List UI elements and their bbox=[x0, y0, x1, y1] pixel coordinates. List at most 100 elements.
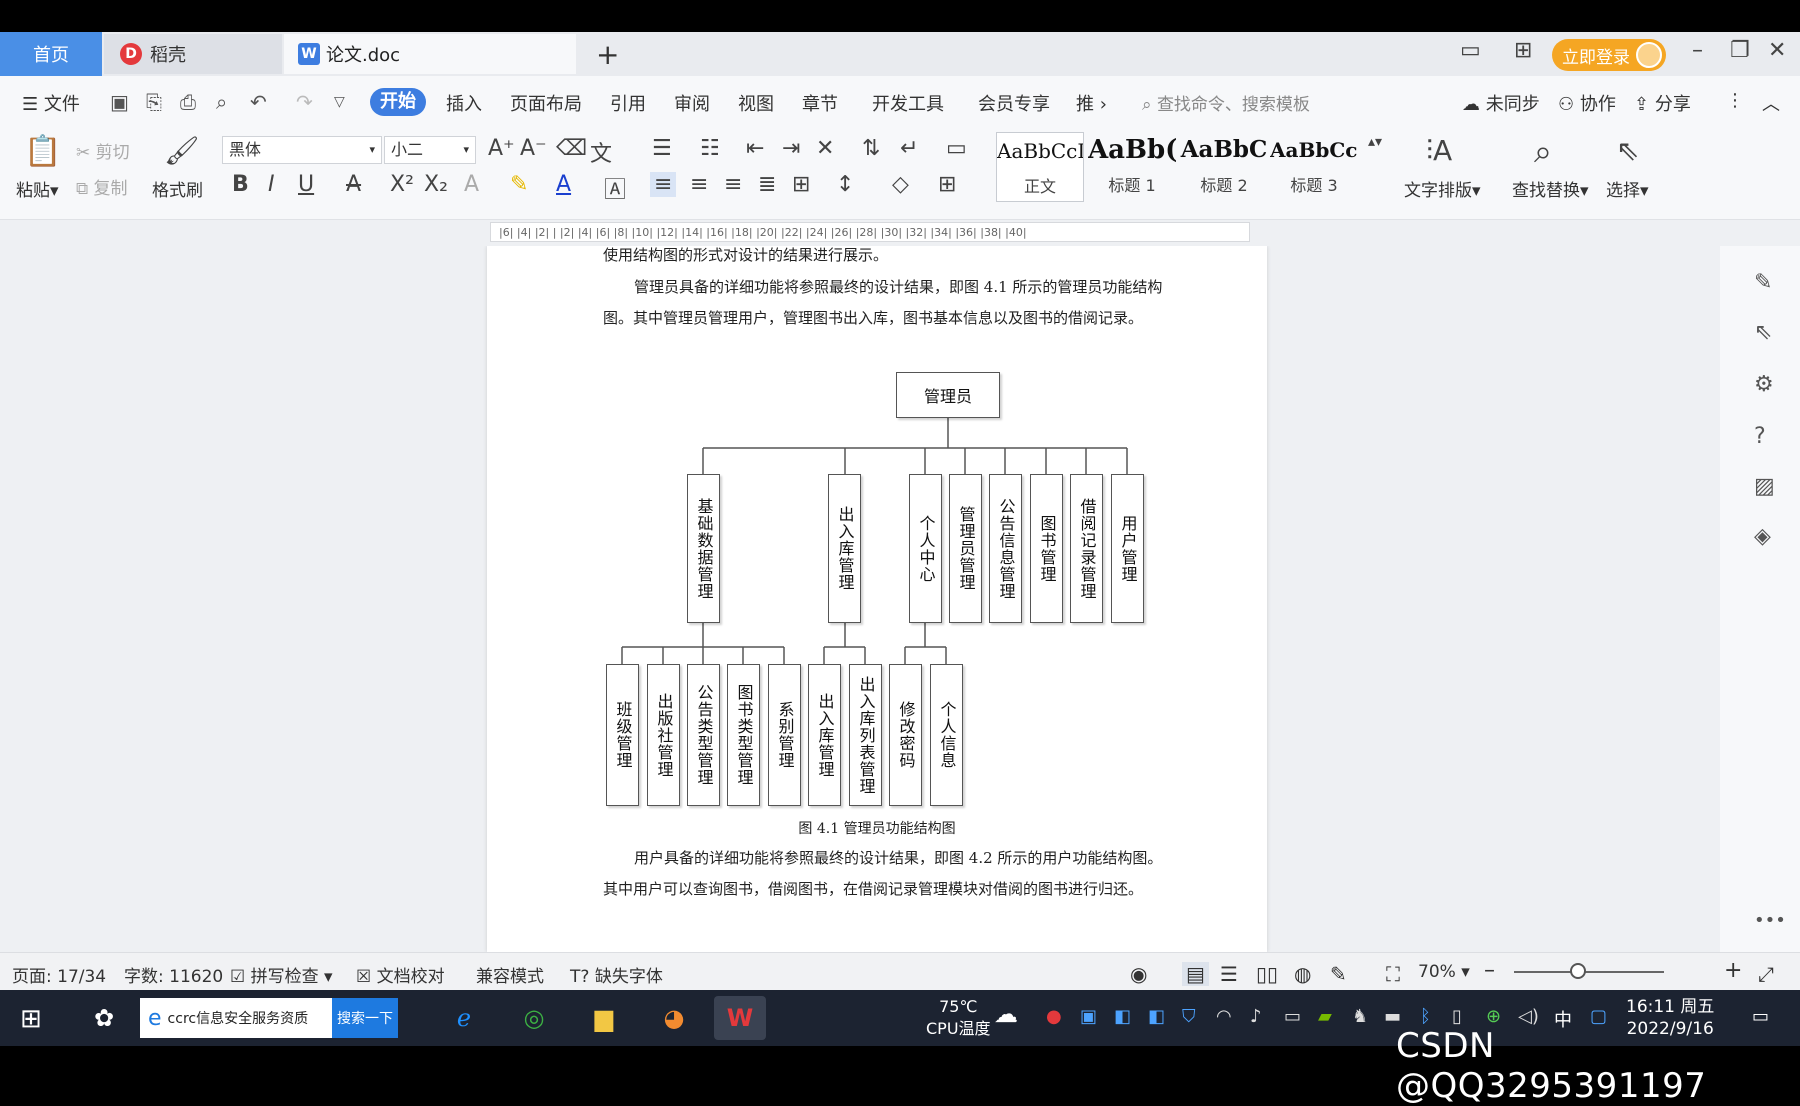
char-border-icon[interactable]: 🄰 bbox=[604, 172, 626, 204]
find-replace-button[interactable]: 查找替换▾ bbox=[1512, 176, 1589, 201]
close-icon[interactable]: ✕ bbox=[1768, 38, 1786, 63]
tray-q-icon[interactable]: ▢ bbox=[1590, 1006, 1607, 1027]
qq-icon[interactable]: ♞ bbox=[1352, 1006, 1368, 1027]
tray-monitor-icon[interactable]: ▭ bbox=[1284, 1006, 1301, 1027]
notification-bell-icon[interactable]: ♪ bbox=[1250, 1006, 1262, 1027]
customize-icon[interactable]: ▽ bbox=[334, 94, 345, 110]
paste-icon[interactable]: 📋 bbox=[24, 134, 61, 169]
copy-button[interactable]: ⧉ 复制 bbox=[76, 174, 128, 199]
tab-member[interactable]: 会员专享 bbox=[978, 90, 1050, 116]
more-dots-icon[interactable]: ••• bbox=[1754, 910, 1786, 931]
taskbar-search[interactable]: e ccrc信息安全服务资质 搜索一下 bbox=[140, 998, 398, 1038]
shading-icon[interactable]: ◇ bbox=[892, 172, 909, 197]
font-size-select[interactable]: 小二 ▾ bbox=[384, 136, 476, 164]
align-left-icon[interactable]: ≡ bbox=[650, 172, 677, 197]
share-button[interactable]: ⇪ 分享 bbox=[1634, 90, 1691, 116]
zoom-level[interactable]: 70% ▾ bbox=[1418, 962, 1470, 982]
subscript-icon[interactable]: X₂ bbox=[424, 172, 448, 197]
fit-page-icon[interactable]: ⛶ bbox=[1386, 962, 1400, 986]
text-layout-button[interactable]: 文字排版▾ bbox=[1404, 176, 1481, 201]
page-view-icon[interactable]: ▤ bbox=[1182, 962, 1209, 986]
tab-docer[interactable]: D 稻壳 bbox=[104, 34, 282, 74]
new-tab-icon[interactable]: + bbox=[596, 38, 619, 71]
cursor-icon[interactable]: ⇖ bbox=[1754, 320, 1772, 345]
save-icon[interactable]: ▣ bbox=[110, 90, 129, 114]
action-center-icon[interactable]: ▭ bbox=[1752, 1006, 1769, 1027]
volume-icon[interactable]: ◁) bbox=[1518, 1006, 1539, 1027]
wifi-icon[interactable]: ◠ bbox=[1216, 1006, 1232, 1027]
paste-button[interactable]: 粘贴▾ bbox=[16, 176, 59, 201]
sort-icon[interactable]: ⇅ bbox=[862, 136, 880, 161]
styles-scroll-icon[interactable]: ▴▾ bbox=[1368, 134, 1382, 150]
tray-shield-icon[interactable]: ▣ bbox=[1080, 1006, 1097, 1027]
tab-page-layout[interactable]: 页面布局 bbox=[510, 90, 582, 116]
layout-icon[interactable]: ▭ bbox=[1460, 38, 1481, 63]
tray-sync2-icon[interactable]: ◧ bbox=[1148, 1006, 1165, 1027]
superscript-icon[interactable]: X² bbox=[390, 172, 414, 197]
restore-icon[interactable]: ❐ bbox=[1730, 38, 1750, 63]
align-center-icon[interactable]: ≡ bbox=[690, 172, 708, 197]
zoom-in-icon[interactable]: + bbox=[1724, 958, 1742, 983]
reading-view-icon[interactable]: ▯▯ bbox=[1256, 962, 1278, 986]
360-browser-icon[interactable]: ◎ bbox=[508, 996, 560, 1040]
app-avatar-icon[interactable]: ◕ bbox=[648, 996, 700, 1040]
eye-icon[interactable]: ◉ bbox=[1130, 962, 1147, 986]
spell-check[interactable]: ☑ 拼写检查 ▾ bbox=[230, 962, 333, 987]
page-indicator[interactable]: 页面: 17/34 bbox=[12, 962, 106, 987]
collapse-ribbon-icon[interactable]: ︿ bbox=[1762, 90, 1780, 116]
numbered-list-icon[interactable]: ☷ bbox=[700, 136, 720, 161]
help-icon[interactable]: ? bbox=[1754, 424, 1766, 449]
missing-font[interactable]: T? 缺失字体 bbox=[570, 962, 663, 987]
underline-icon[interactable]: U bbox=[298, 172, 314, 197]
table-tools-icon[interactable]: ▭ bbox=[946, 136, 967, 161]
clear-format-icon[interactable]: ⌫ bbox=[556, 136, 587, 161]
distribute-icon[interactable]: ⊞ bbox=[792, 172, 810, 197]
usb-icon[interactable]: ▯ bbox=[1452, 1006, 1462, 1027]
tab-chapter[interactable]: 章节 bbox=[802, 90, 838, 116]
nvidia-icon[interactable]: ▰ bbox=[1318, 1006, 1332, 1027]
ie-browser-icon[interactable]: ℯ bbox=[438, 996, 490, 1040]
tab-document[interactable]: W 论文.doc bbox=[284, 34, 576, 74]
font-color-icon[interactable]: A bbox=[556, 172, 571, 197]
tray-security-icon[interactable]: ⛉ bbox=[1182, 1006, 1196, 1027]
italic-icon[interactable]: I bbox=[268, 172, 275, 197]
tray-plus-icon[interactable]: ⊕ bbox=[1486, 1006, 1501, 1027]
cut-button[interactable]: ✂ 剪切 bbox=[76, 138, 130, 163]
windows-start-icon[interactable]: ⊞ bbox=[20, 1004, 42, 1034]
word-count[interactable]: 字数: 11620 bbox=[124, 962, 223, 987]
tab-more[interactable]: 推 › bbox=[1076, 90, 1107, 116]
zoom-out-icon[interactable]: – bbox=[1484, 958, 1495, 983]
keyboard-icon[interactable]: ▬ bbox=[1384, 1006, 1401, 1027]
style-heading-3[interactable]: AaBbCcl 标题 3 bbox=[1270, 132, 1358, 202]
preview-icon[interactable]: ⌕ bbox=[216, 90, 227, 114]
grow-font-icon[interactable]: A⁺ bbox=[488, 136, 515, 161]
app-360-icon[interactable]: ✿ bbox=[78, 996, 130, 1040]
select-button[interactable]: 选择▾ bbox=[1606, 176, 1649, 201]
ruler[interactable]: |6| |4| |2| | |2| |4| |6| |8| |10| |12| … bbox=[490, 222, 1250, 242]
chinese-layout-icon[interactable]: ✕ bbox=[816, 136, 834, 161]
tab-home[interactable]: 首页 bbox=[0, 32, 102, 76]
collab-button[interactable]: ⚇ 协作 bbox=[1558, 90, 1616, 116]
justify-icon[interactable]: ≣ bbox=[758, 172, 776, 197]
file-explorer-icon[interactable]: ▆ bbox=[578, 996, 630, 1040]
align-right-icon[interactable]: ≡ bbox=[724, 172, 742, 197]
font-name-select[interactable]: 黑体 ▾ bbox=[222, 136, 382, 164]
adjust-icon[interactable]: ⚙ bbox=[1754, 372, 1774, 397]
sync-button[interactable]: ☁ 未同步 bbox=[1462, 90, 1540, 116]
print-icon[interactable]: ⎙ bbox=[180, 90, 196, 114]
file-menu[interactable]: ☰ 文件 bbox=[22, 90, 80, 116]
tab-developer[interactable]: 开发工具 bbox=[872, 90, 944, 116]
style-normal[interactable]: AaBbCcI 正文 bbox=[996, 132, 1084, 202]
pen-icon[interactable]: ✎ bbox=[1754, 270, 1772, 295]
text-layout-icon[interactable]: ⫶A bbox=[1426, 134, 1452, 168]
highlight-icon[interactable]: ✎ bbox=[510, 172, 528, 197]
strikethrough-icon[interactable]: A bbox=[346, 172, 361, 197]
wps-taskbar-icon[interactable]: W bbox=[714, 996, 766, 1040]
more-icon[interactable]: ⋮ bbox=[1726, 90, 1744, 111]
grid-icon[interactable]: ⊞ bbox=[1514, 38, 1532, 63]
doc-proofread[interactable]: ☒ 文档校对 bbox=[356, 962, 445, 987]
phonetic-icon[interactable]: 文 bbox=[590, 136, 612, 168]
tray-sync-icon[interactable]: ◧ bbox=[1114, 1006, 1131, 1027]
document-page[interactable]: 使用结构图的形式对设计的结果进行展示。 管理员具备的详细功能将参照最终的设计结果… bbox=[487, 246, 1267, 952]
tab-start[interactable]: 开始 bbox=[370, 88, 426, 116]
